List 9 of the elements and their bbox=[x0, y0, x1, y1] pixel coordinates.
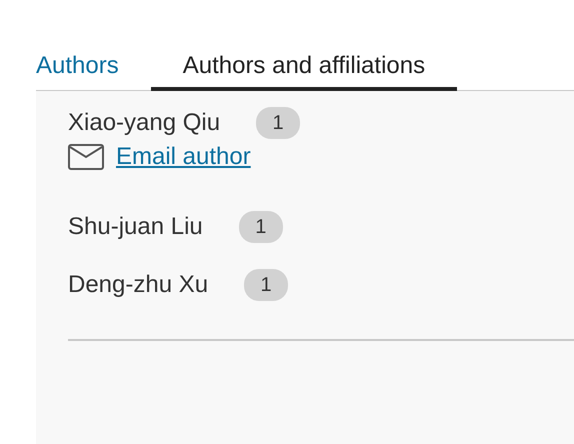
tab[interactable]: Authors bbox=[36, 52, 151, 91]
author-name: Shu-juan Liu bbox=[68, 213, 203, 241]
envelope-icon bbox=[68, 144, 104, 170]
email-author-link[interactable]: Email author bbox=[116, 143, 251, 171]
affiliation-badge: 1 bbox=[256, 107, 300, 139]
affiliation-badge: 1 bbox=[244, 269, 288, 301]
affiliation-badge: 1 bbox=[238, 211, 283, 243]
author-name: Deng-zhu Xu bbox=[68, 271, 208, 299]
author-name: Xiao-yang Qiu bbox=[68, 109, 220, 137]
